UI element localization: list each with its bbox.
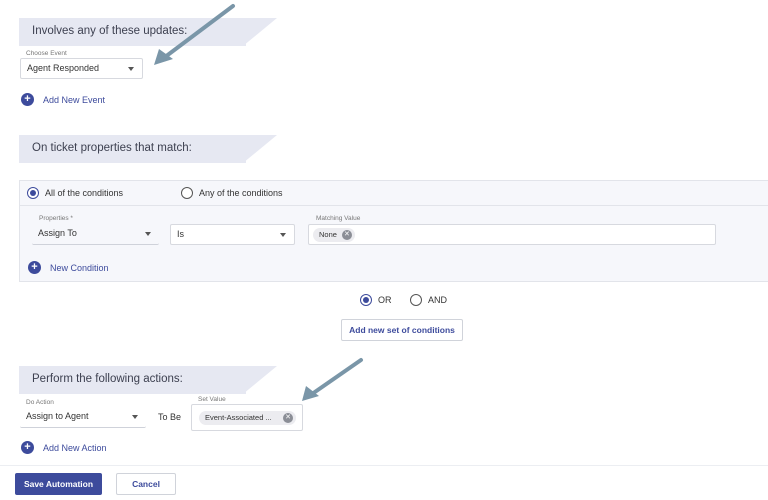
annotation-arrow-bottom (302, 358, 363, 401)
